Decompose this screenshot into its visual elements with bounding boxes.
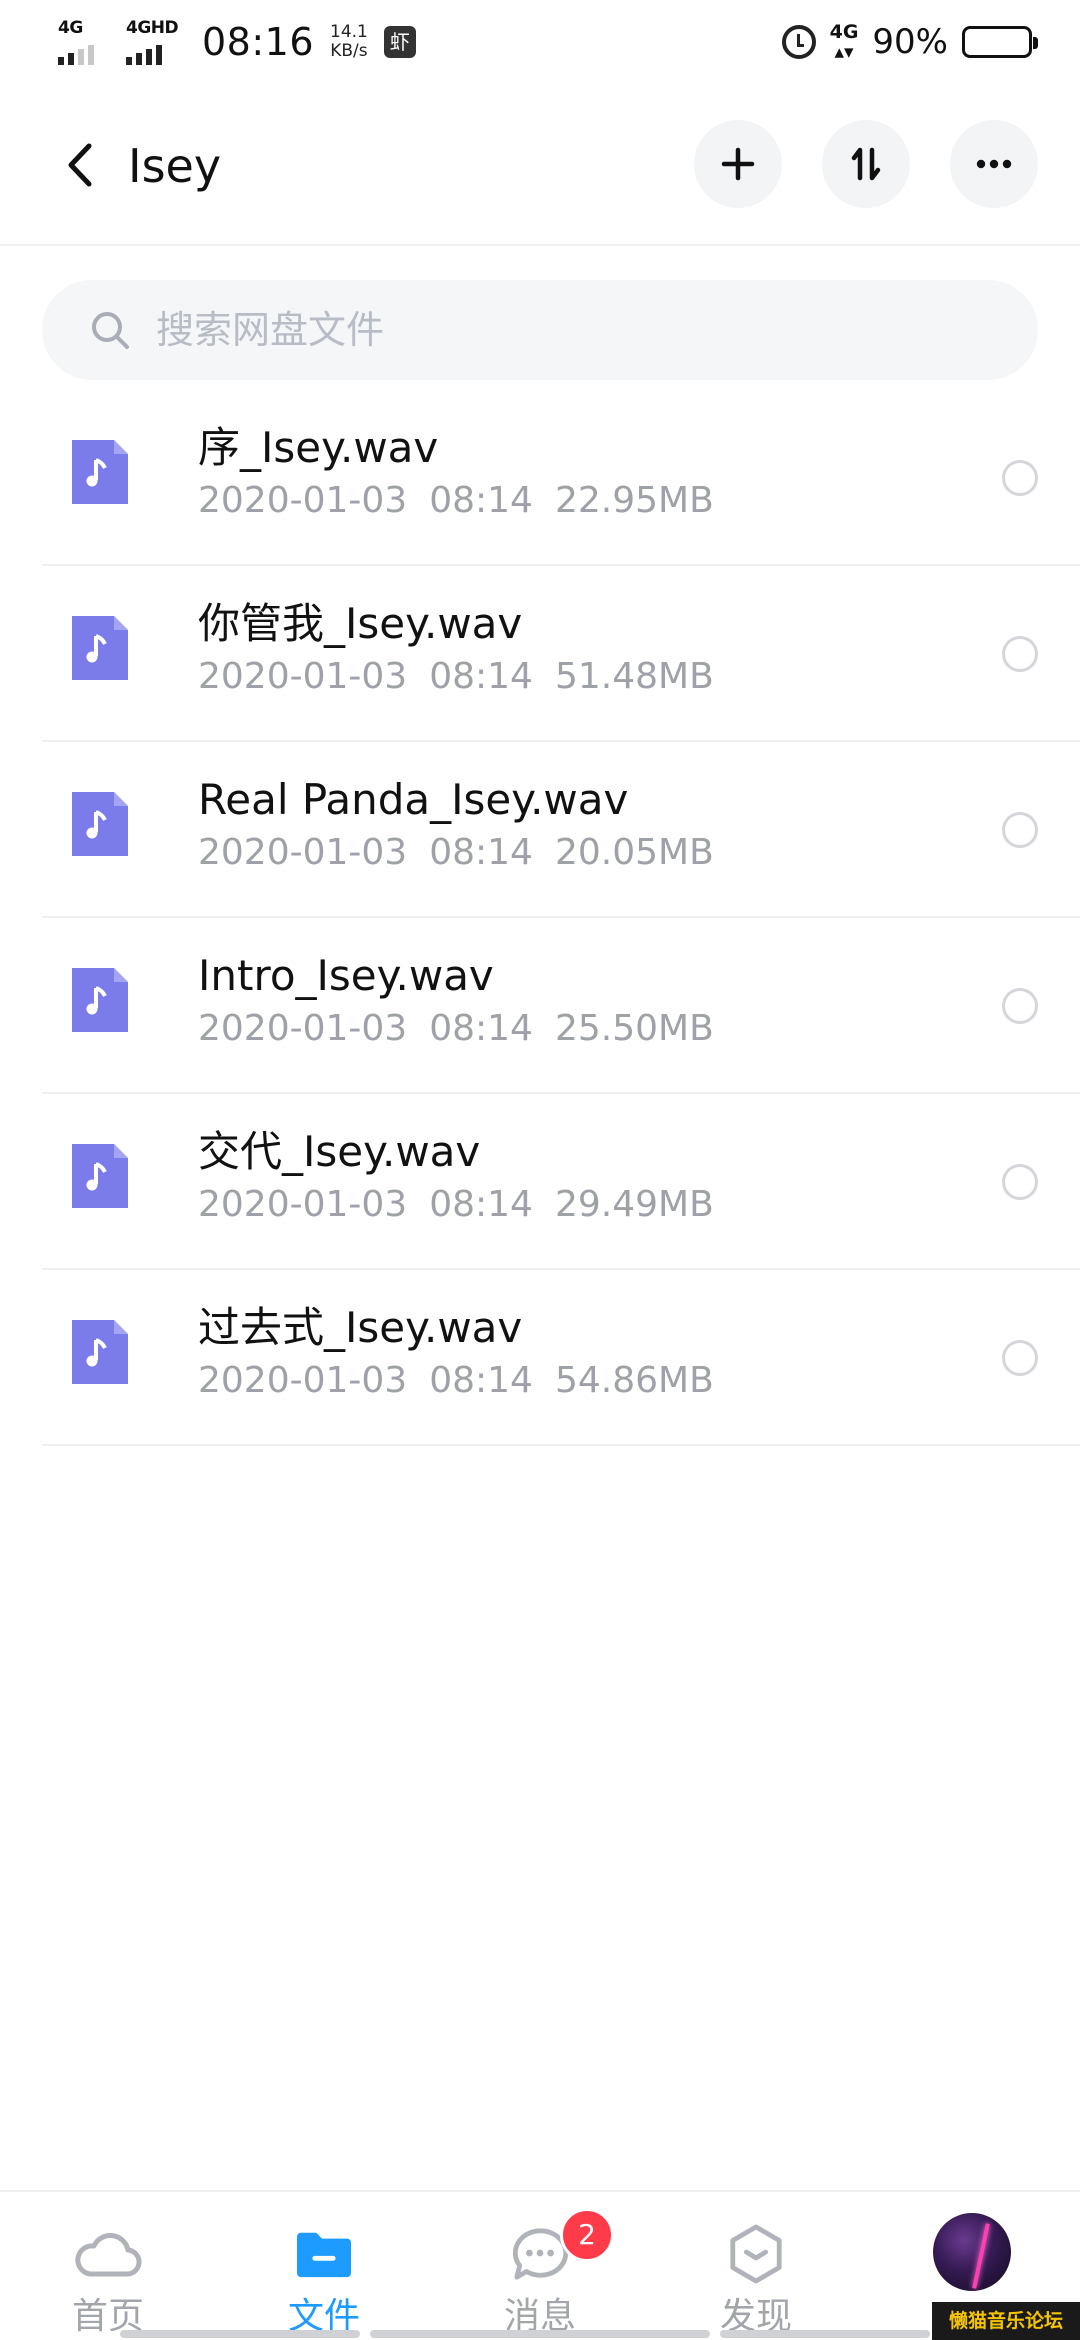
gesture-bar [720, 2330, 930, 2338]
screen: 4G 4GHD 08:16 14.1 KB/s 虾 4G ▴▾ 90% Isey… [0, 0, 1080, 2340]
select-radio[interactable] [1002, 460, 1038, 496]
file-meta: 2020-01-03 08:14 29.49MB [198, 1180, 714, 1230]
file-size: 25.50MB [554, 1008, 714, 1049]
search-icon [92, 312, 129, 349]
plus-icon [721, 147, 755, 181]
file-row[interactable]: 序_Isey.wav 2020-01-03 08:14 22.95MB [0, 390, 1080, 566]
file-name: 交代_Isey.wav [198, 1127, 481, 1176]
file-name: 过去式_Isey.wav [198, 1303, 523, 1352]
network-type-right: 4G [829, 21, 859, 43]
file-meta: 2020-01-03 08:14 25.50MB [198, 1004, 714, 1054]
select-radio[interactable] [1002, 636, 1038, 672]
page-title: Isey [128, 139, 222, 193]
network-4g-icon: 4G ▴▾ [829, 21, 859, 63]
file-date: 2020-01-03 [198, 480, 408, 521]
file-meta: 2020-01-03 08:14 22.95MB [198, 476, 714, 526]
app-notification-icon: 虾 [383, 26, 416, 58]
unread-badge: 2 [560, 2208, 614, 2262]
chevron-left-icon [68, 143, 92, 187]
speed-unit: KB/s [330, 41, 368, 61]
signal-bars [126, 45, 162, 65]
cloud-icon [72, 2222, 144, 2286]
speed-value: 14.1 [330, 22, 368, 42]
file-size: 20.05MB [554, 832, 714, 873]
battery-percent: 90% [872, 22, 948, 62]
search-bar[interactable] [42, 280, 1038, 380]
select-radio[interactable] [1002, 1164, 1038, 1200]
file-list: 序_Isey.wav 2020-01-03 08:14 22.95MB 你管我_Is… [0, 390, 1080, 1446]
folder-icon [288, 2222, 360, 2286]
file-date: 2020-01-03 [198, 832, 408, 873]
header-divider [0, 244, 1080, 246]
bottom-tab-bar: 首页 文件 2 消息 发现 [0, 2190, 1080, 2340]
avatar [930, 2210, 1014, 2294]
status-bar: 4G 4GHD 08:16 14.1 KB/s 虾 4G ▴▾ 90% [0, 0, 1080, 84]
audio-file-icon [72, 616, 128, 680]
gesture-bar [120, 2330, 360, 2338]
gesture-bar [370, 2330, 710, 2338]
file-meta: 2020-01-03 08:14 51.48MB [198, 652, 714, 702]
file-date: 2020-01-03 [198, 1184, 408, 1225]
add-button[interactable] [694, 120, 782, 208]
file-row[interactable]: Real Panda_Isey.wav 2020-01-03 08:14 20.05… [0, 742, 1080, 918]
file-time: 08:14 [429, 1360, 533, 1401]
file-row[interactable]: 你管我_Isey.wav 2020-01-03 08:14 51.48MB [0, 566, 1080, 742]
file-time: 08:14 [429, 832, 533, 873]
status-left: 4G 4GHD 08:16 14.1 KB/s 虾 [58, 14, 416, 70]
signal-icon: 4G [58, 19, 110, 65]
file-date: 2020-01-03 [198, 1008, 408, 1049]
sort-icon [851, 147, 881, 181]
file-size: 22.95MB [554, 480, 714, 521]
select-radio[interactable] [1002, 812, 1038, 848]
network-speed: 14.1 KB/s [330, 23, 368, 61]
file-size: 29.49MB [554, 1184, 714, 1225]
battery-icon [962, 26, 1038, 58]
signal-icon: 4GHD [126, 19, 186, 65]
network-type-2: 4GHD [126, 18, 179, 38]
file-name: Real Panda_Isey.wav [198, 775, 629, 824]
tab-messages[interactable]: 2 消息 [432, 2192, 648, 2340]
tab-files[interactable]: 文件 [216, 2192, 432, 2340]
header: Isey [0, 100, 1080, 230]
file-name: Intro_Isey.wav [198, 951, 494, 1000]
status-right: 4G ▴▾ 90% [781, 14, 1038, 70]
alarm-icon [781, 25, 816, 59]
file-date: 2020-01-03 [198, 1360, 408, 1401]
tab-home[interactable]: 首页 [0, 2192, 216, 2340]
file-size: 51.48MB [554, 656, 714, 697]
search-input[interactable] [156, 308, 956, 352]
file-row[interactable]: 过去式_Isey.wav 2020-01-03 08:14 54.86MB [0, 1270, 1080, 1446]
file-time: 08:14 [429, 480, 533, 521]
audio-file-icon [72, 1144, 128, 1208]
file-row[interactable]: 交代_Isey.wav 2020-01-03 08:14 29.49MB [0, 1094, 1080, 1270]
network-type-1: 4G [58, 18, 83, 38]
select-radio[interactable] [1002, 988, 1038, 1024]
file-date: 2020-01-03 [198, 656, 408, 697]
more-icon [976, 159, 1012, 169]
file-time: 08:14 [429, 656, 533, 697]
signal-bars [58, 45, 94, 65]
hexagon-icon [720, 2222, 792, 2286]
tab-discover[interactable]: 发现 [648, 2192, 864, 2340]
file-name: 你管我_Isey.wav [198, 599, 523, 648]
sort-button[interactable] [822, 120, 910, 208]
file-meta: 2020-01-03 08:14 54.86MB [198, 1356, 714, 1406]
audio-file-icon [72, 968, 128, 1032]
file-name: 序_Isey.wav [198, 423, 439, 472]
file-size: 54.86MB [554, 1360, 714, 1401]
audio-file-icon [72, 1320, 128, 1384]
file-time: 08:14 [429, 1184, 533, 1225]
audio-file-icon [72, 440, 128, 504]
back-button[interactable] [50, 135, 110, 195]
more-button[interactable] [950, 120, 1038, 208]
clock: 08:16 [202, 20, 315, 64]
select-radio[interactable] [1002, 1340, 1038, 1376]
file-row[interactable]: Intro_Isey.wav 2020-01-03 08:14 25.50MB [0, 918, 1080, 1094]
watermark: 懒猫音乐论坛 [932, 2302, 1080, 2340]
file-time: 08:14 [429, 1008, 533, 1049]
file-meta: 2020-01-03 08:14 20.05MB [198, 828, 714, 878]
audio-file-icon [72, 792, 128, 856]
